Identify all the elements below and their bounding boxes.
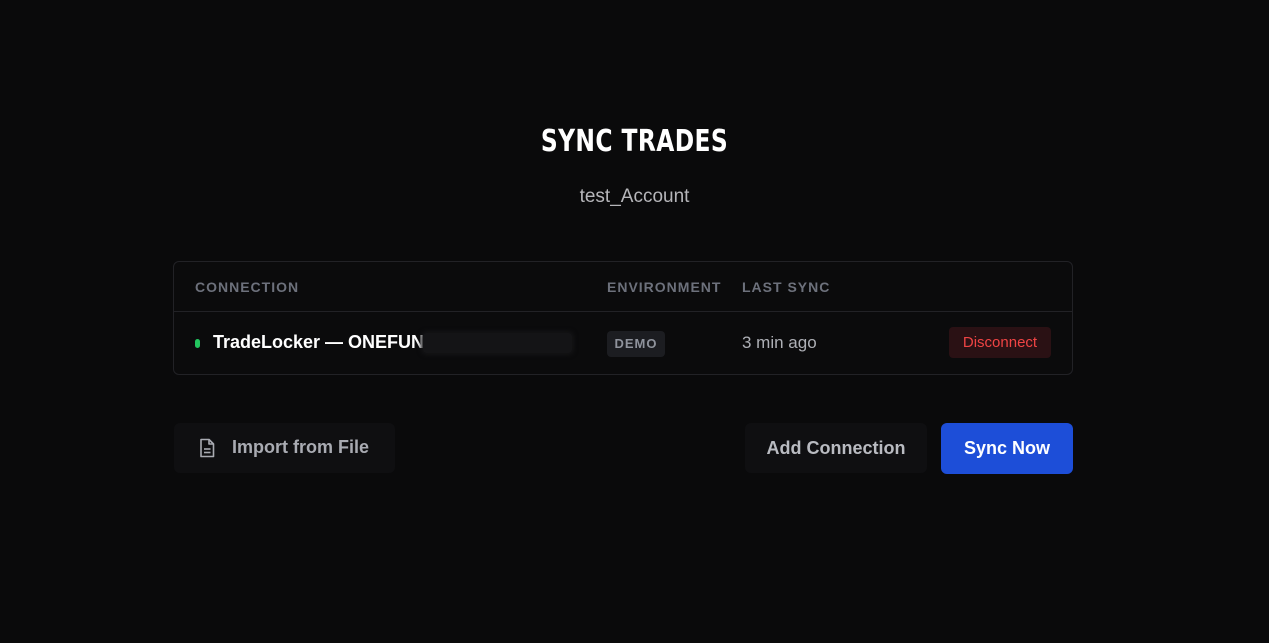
connection-name: TradeLocker — ONEFUND (213, 332, 438, 352)
add-connection-button[interactable]: Add Connection (745, 423, 927, 473)
last-sync-time: 3 min ago (742, 333, 817, 352)
redacted-account-id (423, 333, 572, 353)
column-header-connection: CONNECTION (195, 279, 300, 295)
environment-badge: DEMO (607, 331, 665, 357)
account-name: test_Account (579, 186, 690, 207)
table-row: TradeLocker — ONEFUND DEMO 3 min ago Dis… (174, 312, 1072, 374)
import-from-file-button[interactable]: Import from File (174, 423, 395, 473)
sync-trades-page: SYNC TRADES test_Account CONNECTION ENVI… (0, 0, 1269, 643)
connections-table: CONNECTION ENVIRONMENT LAST SYNC TradeLo… (173, 261, 1073, 375)
column-header-environment: ENVIRONMENT (607, 279, 722, 295)
column-header-last-sync: LAST SYNC (742, 279, 831, 295)
import-label: Import from File (232, 437, 370, 457)
table-header: CONNECTION ENVIRONMENT LAST SYNC (174, 262, 1072, 312)
sync-now-button[interactable]: Sync Now (941, 423, 1073, 474)
file-icon (200, 438, 215, 458)
disconnect-button[interactable]: Disconnect (949, 327, 1051, 358)
page-title: SYNC TRADES (540, 124, 729, 159)
status-dot-icon (195, 339, 200, 348)
